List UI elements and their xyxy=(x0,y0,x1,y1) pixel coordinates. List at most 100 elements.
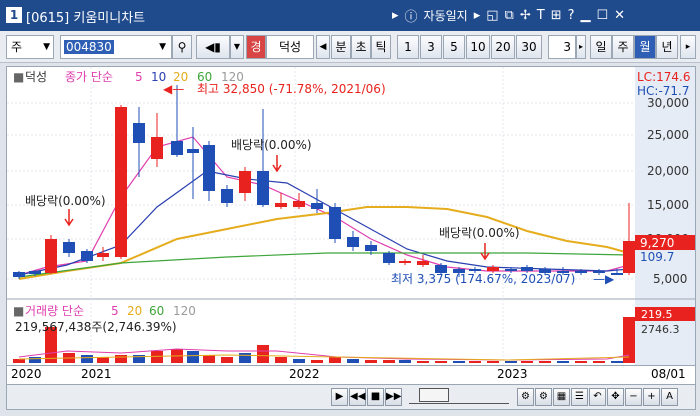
minimize-icon[interactable]: ▁ xyxy=(581,8,591,23)
grid-view-icon[interactable]: ▦ xyxy=(553,388,570,406)
volume-bar xyxy=(435,361,447,363)
zoom-slider[interactable] xyxy=(409,388,509,404)
stock-code-input[interactable]: 004830 ▼ xyxy=(60,35,172,59)
volume-bar xyxy=(151,351,163,363)
zoom-out-icon[interactable]: − xyxy=(625,388,642,406)
volume-bar xyxy=(275,357,287,363)
layout-icon[interactable]: ◱ xyxy=(486,8,498,23)
speaker-dropdown[interactable]: ▼ xyxy=(230,35,244,59)
candle-body xyxy=(311,203,323,209)
spinner-arrows[interactable]: ▸ xyxy=(576,35,586,59)
volume-bar xyxy=(293,359,305,363)
candle-body xyxy=(275,203,287,207)
period-month[interactable]: 월 xyxy=(634,35,656,59)
auto-journal-menu[interactable]: 자동일지 xyxy=(424,7,468,24)
market-select[interactable]: 주 ▼ xyxy=(6,35,54,59)
close-icon[interactable]: ✕ xyxy=(614,8,625,23)
prev-arrow-icon[interactable]: ◀ xyxy=(316,35,330,59)
fast-forward-icon[interactable]: ▶▶ xyxy=(385,388,402,406)
interval-btn-5[interactable]: 5 xyxy=(443,35,465,59)
volume-bar xyxy=(115,355,127,363)
lc-readout: LC:174.6 xyxy=(637,70,690,84)
play-icon[interactable]: ▸ xyxy=(392,8,399,23)
candle-body xyxy=(575,271,587,273)
x-label-2023: 2023 xyxy=(497,367,528,381)
stock-name: 덕성 xyxy=(266,35,314,59)
volume-bar xyxy=(469,361,481,363)
info-icon[interactable]: ⓘ xyxy=(405,6,418,25)
speaker-icon[interactable]: ◀▮ xyxy=(196,35,230,59)
search-icon[interactable]: ⚲ xyxy=(172,35,192,59)
tick-btn-0[interactable]: 분 xyxy=(331,35,351,59)
y-tick-20000: 20,000 xyxy=(647,164,689,178)
x-label-2021: 2021 xyxy=(81,367,112,381)
volume-bar xyxy=(417,361,429,363)
candle-body xyxy=(13,272,25,277)
navigation-bar: ▶ ◀◀ ■ ▶▶ ⚙ ⚙ ▦ ☰ ↶ ✥ − + A xyxy=(6,384,696,410)
candle-body xyxy=(221,189,233,203)
undo-icon[interactable]: ↶ xyxy=(589,388,606,406)
low-annotation: 최저 3,375 (174.67%, 2023/07) xyxy=(391,272,575,286)
candle-body xyxy=(399,261,411,263)
settings-icon[interactable]: ⚙ xyxy=(517,388,534,406)
chart-panel[interactable]: ■ 덕성 종가 단순 5 10 20 60 120 LC:174.6 HC:-7… xyxy=(6,66,696,366)
list-view-icon[interactable]: ☰ xyxy=(571,388,588,406)
stop-icon[interactable]: ■ xyxy=(367,388,384,406)
auto-scale-icon[interactable]: A xyxy=(661,388,678,406)
interval-btn-3[interactable]: 3 xyxy=(420,35,442,59)
interval-btn-30[interactable]: 30 xyxy=(516,35,542,59)
dividend-annot-1: 배당락(0.00%) xyxy=(25,194,106,208)
x-label-date: 08/01 xyxy=(651,367,686,381)
volume-bar xyxy=(221,357,233,363)
y-tick-15000: 15,000 xyxy=(647,198,689,212)
candle-body xyxy=(257,171,269,205)
vol-legend-dot: ■ xyxy=(13,304,24,318)
window-title: [0615] 키움미니차트 xyxy=(26,11,146,26)
candle-body xyxy=(45,239,57,273)
candle-body xyxy=(329,207,341,239)
zoom-slider-thumb[interactable] xyxy=(419,388,449,402)
expand-arrow-icon[interactable]: ▸ xyxy=(680,35,696,59)
copy-icon[interactable]: ⧉ xyxy=(505,8,514,23)
volume-bar xyxy=(575,361,587,363)
volume-value: 219,567,438주(2,746.39%) xyxy=(15,320,177,334)
crosshair-icon[interactable]: ✢ xyxy=(520,8,531,23)
maximize-icon[interactable]: ☐ xyxy=(597,8,609,23)
candle-body xyxy=(151,137,163,159)
volume-label2: 2746.3 xyxy=(641,323,680,336)
tick-btn-1[interactable]: 초 xyxy=(351,35,371,59)
low-arrow-icon: —▶ xyxy=(593,272,615,286)
period-day[interactable]: 일 xyxy=(590,35,612,59)
legend-close: 종가 단순 xyxy=(65,70,113,84)
volume-bar xyxy=(329,357,341,363)
period-week[interactable]: 주 xyxy=(612,35,634,59)
grid-icon[interactable]: ⊞ xyxy=(551,8,562,23)
move-icon[interactable]: ✥ xyxy=(607,388,624,406)
interval-spinner[interactable]: 3 xyxy=(548,35,576,59)
current-price: 9,270 xyxy=(640,236,674,250)
price-chart: ■ 덕성 종가 단순 5 10 20 60 120 LC:174.6 HC:-7… xyxy=(7,67,695,365)
vol-ma5-line xyxy=(18,348,630,361)
candle-body xyxy=(469,269,481,271)
candle-body xyxy=(521,267,533,271)
scroll-next-icon[interactable]: ▶ xyxy=(331,388,348,406)
text-icon[interactable]: T xyxy=(537,8,545,23)
volume-bar xyxy=(611,361,623,363)
help-icon[interactable]: ? xyxy=(568,8,575,23)
candle-body xyxy=(29,271,41,274)
dividend-annot-2: 배당락(0.00%) xyxy=(231,138,312,152)
settings2-icon[interactable]: ⚙ xyxy=(535,388,552,406)
rewind-icon[interactable]: ◀◀ xyxy=(349,388,366,406)
y-tick-25000: 25,000 xyxy=(647,128,689,142)
candle-body xyxy=(115,107,127,257)
chevron-right-icon[interactable]: ▸ xyxy=(474,8,481,23)
period-year[interactable]: 년 xyxy=(656,35,678,59)
vol-ma5: 5 xyxy=(111,304,119,318)
interval-btn-20[interactable]: 20 xyxy=(491,35,515,59)
vol-ma20: 20 xyxy=(127,304,142,318)
zoom-in-icon[interactable]: + xyxy=(643,388,660,406)
interval-btn-10[interactable]: 10 xyxy=(466,35,490,59)
interval-btn-1[interactable]: 1 xyxy=(397,35,419,59)
tick-btn-2[interactable]: 틱 xyxy=(371,35,391,59)
x-label-2022: 2022 xyxy=(289,367,320,381)
